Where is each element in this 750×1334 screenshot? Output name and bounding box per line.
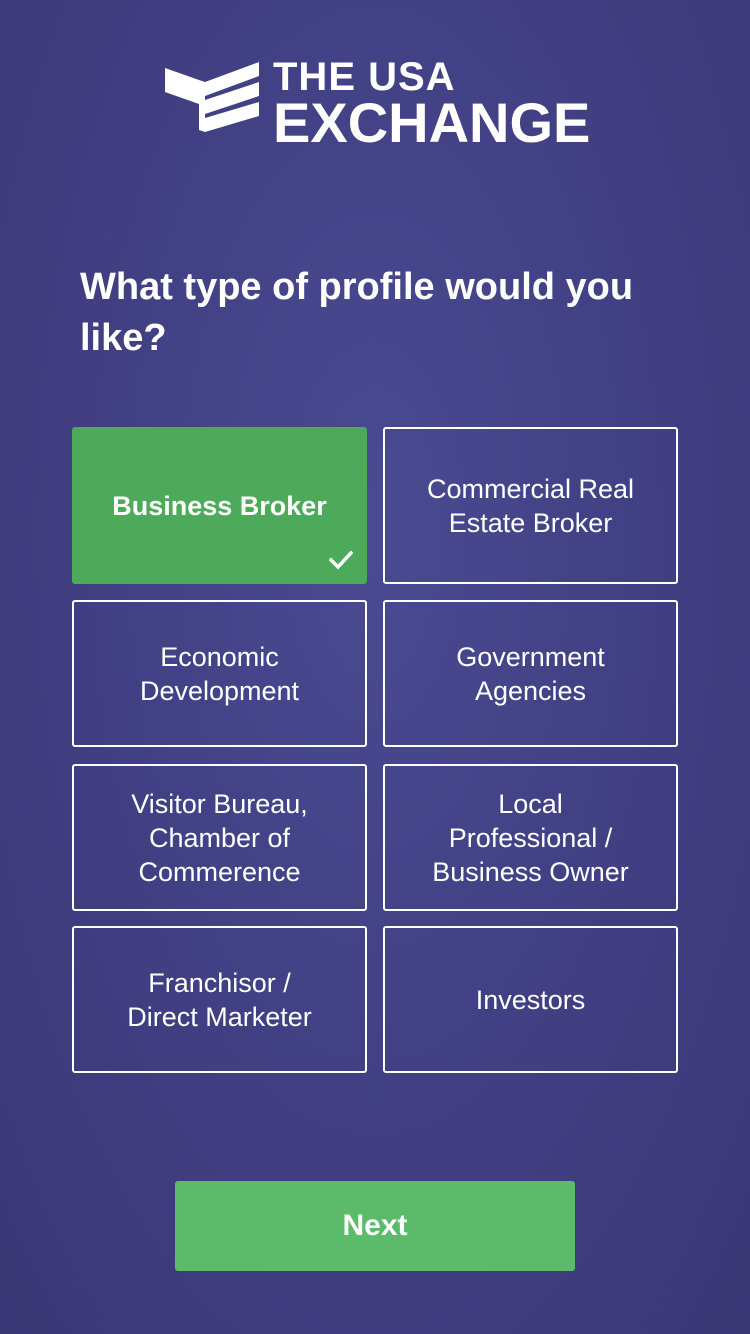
checkmark-icon bbox=[329, 550, 353, 570]
option-label: Visitor Bureau, Chamber of Commerence bbox=[131, 788, 308, 887]
option-label: Franchisor / Direct Marketer bbox=[127, 967, 312, 1032]
option-franchisor[interactable]: Franchisor / Direct Marketer bbox=[72, 926, 367, 1073]
flag-logo-icon bbox=[165, 62, 259, 132]
page-question: What type of profile would you like? bbox=[80, 266, 634, 359]
option-government-agencies[interactable]: Government Agencies bbox=[383, 600, 678, 747]
option-label: Commercial Real Estate Broker bbox=[426, 473, 635, 538]
next-button[interactable]: Next bbox=[175, 1181, 575, 1271]
brand-line2: EXCHANGE bbox=[273, 91, 591, 154]
option-label: Business Broker bbox=[112, 490, 327, 521]
option-business-broker[interactable]: Business Broker bbox=[72, 427, 367, 584]
brand-logo: THE USA EXCHANGE bbox=[165, 55, 595, 154]
option-visitor-bureau[interactable]: Visitor Bureau, Chamber of Commerence bbox=[72, 764, 367, 911]
option-local-professional[interactable]: Local Professional / Business Owner bbox=[383, 764, 678, 911]
option-label: Investors bbox=[475, 984, 586, 1015]
option-investors[interactable]: Investors bbox=[383, 926, 678, 1073]
option-economic-development[interactable]: Economic Development bbox=[72, 600, 367, 747]
option-label: Government Agencies bbox=[456, 641, 605, 706]
option-label: Local Professional / Business Owner bbox=[432, 788, 629, 887]
option-commercial-real-estate-broker[interactable]: Commercial Real Estate Broker bbox=[383, 427, 678, 584]
option-label: Economic Development bbox=[139, 641, 300, 706]
